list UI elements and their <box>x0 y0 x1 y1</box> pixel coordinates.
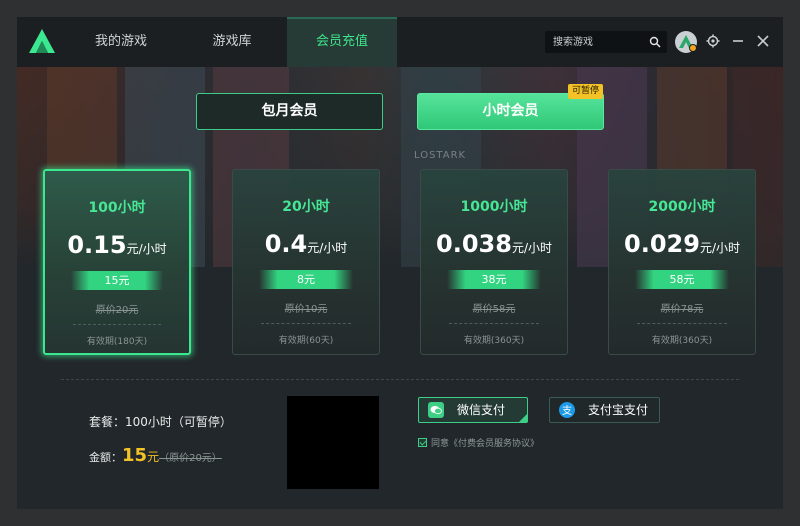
monthly-plan-button[interactable]: 包月会员 <box>196 93 383 130</box>
wechat-pay-label: 微信支付 <box>457 403 506 417</box>
pausable-badge: 可暂停 <box>568 84 604 99</box>
close-icon[interactable] <box>755 33 771 49</box>
card-title: 100小时 <box>88 200 146 216</box>
package-card-20h[interactable]: 20小时 0.4元/小时 8元 原价10元 有效期(60天) <box>232 169 380 355</box>
tab-game-library[interactable]: 游戏库 <box>197 17 267 67</box>
card-divider <box>449 323 539 324</box>
agreement-text[interactable]: 同意《付费会员服务协议》 <box>431 439 539 449</box>
search-box <box>545 31 667 53</box>
game-poster-text: LOSTARK <box>414 150 467 161</box>
package-card-100h[interactable]: 100小时 0.15元/小时 15元 原价20元 有效期(180天) <box>43 169 191 355</box>
card-title: 2000小时 <box>648 199 716 215</box>
tab-my-games[interactable]: 我的游戏 <box>75 17 167 67</box>
card-validity: 有效期(360天) <box>463 336 525 346</box>
card-divider <box>261 323 351 324</box>
card-price-value: 0.4 <box>264 230 308 258</box>
selected-corner-marker <box>519 414 527 422</box>
card-original-price: 原价20元 <box>95 305 139 316</box>
app-logo-icon <box>29 29 55 53</box>
card-price-unit: 元/小时 <box>511 241 552 255</box>
card-total-price: 8元 <box>259 270 353 289</box>
package-card-1000h[interactable]: 1000小时 0.038元/小时 38元 原价58元 有效期(360天) <box>420 169 568 355</box>
card-total-price: 38元 <box>447 270 541 289</box>
alipay-button[interactable]: 支 支付宝支付 <box>549 397 660 423</box>
agreement-row: 同意《付费会员服务协议》 <box>418 436 539 449</box>
card-price-unit: 元/小时 <box>126 242 167 256</box>
title-bar: 我的游戏 游戏库 会员充值 <box>17 17 783 67</box>
tab-membership-recharge[interactable]: 会员充值 <box>287 17 397 67</box>
agreement-checkbox[interactable] <box>418 438 427 447</box>
search-input[interactable] <box>545 31 645 53</box>
section-divider <box>61 379 739 380</box>
card-title: 20小时 <box>282 199 330 215</box>
minimize-icon[interactable] <box>730 33 746 49</box>
card-title: 1000小时 <box>460 199 528 215</box>
card-divider <box>73 324 161 325</box>
alipay-label: 支付宝支付 <box>588 403 649 417</box>
package-card-2000h[interactable]: 2000小时 0.029元/小时 58元 原价78元 有效期(360天) <box>608 169 756 355</box>
card-price-value: 0.029 <box>624 230 700 258</box>
selected-package-text: 套餐：100小时（可暂停） <box>89 415 232 429</box>
alipay-icon: 支 <box>559 402 575 418</box>
card-price-value: 0.15 <box>67 231 127 259</box>
card-total-price: 15元 <box>71 271 163 290</box>
card-original-price: 原价10元 <box>284 304 328 315</box>
payment-qr-code <box>287 396 379 489</box>
card-divider <box>637 323 727 324</box>
card-total-price: 58元 <box>635 270 729 289</box>
card-price: 0.4元/小时 <box>233 230 379 258</box>
card-validity: 有效期(180天) <box>86 337 148 347</box>
app-window: 我的游戏 游戏库 会员充值 搜索游戏 LOSTARK 包月会员 小时会员 可暂停… <box>17 17 783 509</box>
amount-summary: 金额：15元（原价20元） <box>89 445 222 466</box>
wechat-icon <box>428 402 444 418</box>
card-validity: 有效期(360天) <box>651 336 713 346</box>
amount-label: 金额： <box>89 451 122 464</box>
amount-value: 15 <box>122 445 148 466</box>
svg-text:支: 支 <box>562 405 572 417</box>
settings-icon[interactable] <box>705 33 721 49</box>
card-price: 0.15元/小时 <box>45 231 189 259</box>
avatar-status-badge <box>689 44 697 52</box>
amount-original-price: （原价20元） <box>159 453 222 464</box>
card-price-value: 0.038 <box>436 230 512 258</box>
card-price: 0.038元/小时 <box>421 230 567 258</box>
card-price: 0.029元/小时 <box>609 230 755 258</box>
amount-unit: 元 <box>147 450 160 464</box>
card-validity: 有效期(60天) <box>278 336 334 346</box>
card-price-unit: 元/小时 <box>699 241 740 255</box>
search-icon[interactable] <box>649 36 661 48</box>
card-original-price: 原价78元 <box>660 304 704 315</box>
card-original-price: 原价58元 <box>472 304 516 315</box>
wechat-pay-button[interactable]: 微信支付 <box>418 397 528 423</box>
card-price-unit: 元/小时 <box>307 241 348 255</box>
